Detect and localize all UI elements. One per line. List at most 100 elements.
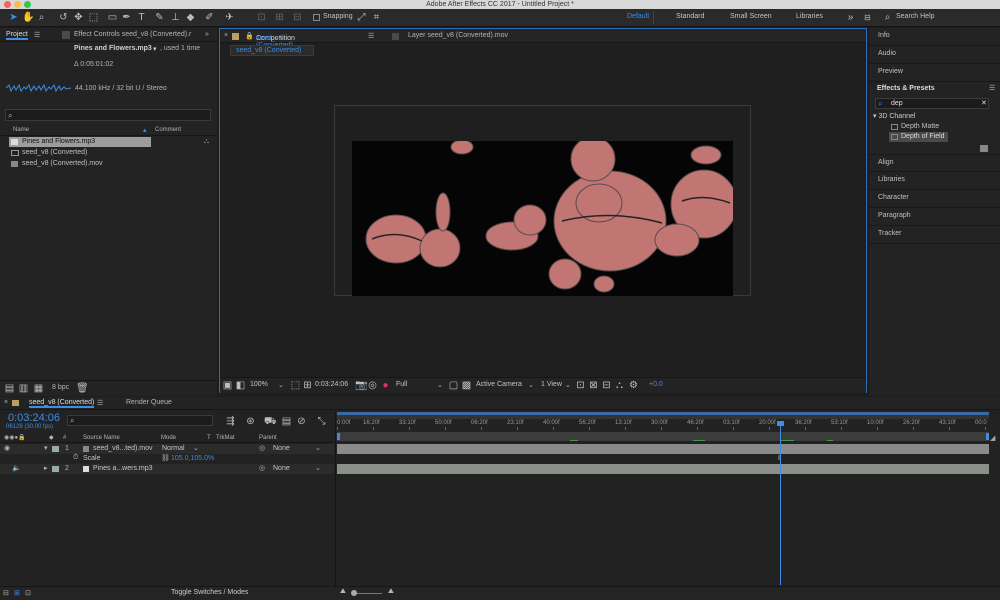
zoom-dropdown-arrow-icon[interactable]: ⌄ <box>278 381 284 389</box>
expand-arrow-icon[interactable]: ▾ <box>44 444 48 452</box>
tab-project[interactable]: Project <box>6 31 28 40</box>
current-time-display[interactable]: 0:03:24:06 <box>315 381 348 388</box>
view-layout-arrow-icon[interactable]: ⌄ <box>565 381 571 389</box>
reset-exposure-icon[interactable]: ⚙ <box>628 380 639 391</box>
camera-view-dropdown[interactable]: Active Camera <box>476 381 522 388</box>
audio-toggle-icon[interactable]: 🔈 <box>12 464 21 472</box>
expand-arrow-icon[interactable]: ▸ <box>44 464 48 472</box>
clone-stamp-tool-icon[interactable]: ⊥ <box>170 12 181 23</box>
time-navigator[interactable] <box>337 432 989 441</box>
panel-menu-icon[interactable]: ☰ <box>34 31 40 39</box>
toggle-switches-modes-button[interactable]: Toggle Switches / Modes <box>171 589 248 596</box>
navigator-start-handle[interactable] <box>337 433 340 440</box>
close-tab-icon[interactable]: × <box>224 32 228 39</box>
lock-icon[interactable]: 🔒 <box>245 32 254 40</box>
work-area-bar[interactable] <box>337 412 989 419</box>
workspace-default[interactable]: Default <box>627 13 649 20</box>
layer-parent-dropdown[interactable]: None <box>273 445 290 452</box>
type-tool-icon[interactable]: T <box>136 12 147 23</box>
stopwatch-icon[interactable]: ⏱ <box>73 454 78 462</box>
label-color-swatch[interactable] <box>52 466 59 472</box>
video-visibility-icon[interactable]: ◉ <box>4 444 10 452</box>
footage-dropdown-icon[interactable]: ▾ <box>153 45 157 53</box>
comp-mini-flowchart-icon[interactable]: ⇶ <box>225 416 236 427</box>
panel-preview[interactable]: Preview <box>869 64 1000 82</box>
panel-info[interactable]: Info <box>869 28 1000 46</box>
roto-brush-tool-icon[interactable]: ✐ <box>204 12 215 23</box>
list-item-selected[interactable]: Pines and Flowers.mp3 <box>9 137 151 147</box>
resolution-dropdown-arrow-icon[interactable]: ⌄ <box>437 381 443 389</box>
layer-parent-dropdown[interactable]: None <box>273 465 290 472</box>
tab-timeline-comp[interactable]: seed_v8 (Converted) <box>29 399 95 408</box>
column-name[interactable]: Name <box>13 127 29 133</box>
timeline-current-time[interactable]: 0:03:24:06 <box>8 412 60 424</box>
tab-layer[interactable]: Layer seed_v8 (Converted).mov <box>408 32 508 39</box>
tab-effect-controls[interactable]: Effect Controls seed_v8 (Converted).r <box>74 31 191 38</box>
new-folder-icon[interactable]: ▥ <box>18 383 29 394</box>
snapping-checkbox[interactable] <box>313 14 320 21</box>
zoom-dropdown[interactable]: 100% <box>250 381 268 388</box>
hand-tool-icon[interactable]: ✋ <box>22 12 34 23</box>
timeline-search-input[interactable]: ⌕ <box>67 415 213 426</box>
navigator-end-handle[interactable] <box>986 433 989 440</box>
pen-tool-icon[interactable]: ✒ <box>121 12 132 23</box>
orbit-camera-tool-icon[interactable]: ✥ <box>73 12 84 23</box>
scale-value[interactable]: 105.0,105.0% <box>171 455 214 462</box>
clear-search-icon[interactable]: ✕ <box>981 99 987 107</box>
resolution-dropdown[interactable]: Full <box>396 381 407 388</box>
brush-tool-icon[interactable]: ✎ <box>154 12 165 23</box>
scale-property-row[interactable]: ⏱ Scale ⛓ 105.0,105.0% <box>0 454 334 464</box>
close-tab-icon[interactable]: × <box>4 399 8 406</box>
world-axis-icon[interactable]: ⊞ <box>274 12 285 23</box>
time-ruler[interactable]: 0:00f 16:20f 33:10f 50:00f 06:20f 23:10f 40:00… <box>337 420 989 430</box>
new-composition-icon[interactable]: ▦ <box>33 383 44 394</box>
eraser-tool-icon[interactable]: ◆ <box>185 12 196 23</box>
rectangle-tool-icon[interactable]: ▭ <box>107 12 118 23</box>
more-workspaces-icon[interactable]: » <box>845 12 856 23</box>
comp-breadcrumb[interactable]: seed_v8 (Converted) <box>230 45 314 56</box>
constrain-proportions-icon[interactable]: ⛓ <box>161 454 170 462</box>
toggle-mask-icon[interactable]: ⬚ <box>290 380 301 391</box>
draft-3d-icon[interactable]: ⊛ <box>245 416 256 427</box>
edit-workspaces-icon[interactable]: ⊟ <box>862 12 873 23</box>
view-axis-icon[interactable]: ⊟ <box>292 12 303 23</box>
hide-shy-layers-icon[interactable]: ⛟ <box>264 416 277 427</box>
tree-folder-3d-channel[interactable]: ▾ 3D Channel <box>873 112 915 120</box>
layer-2-duration-bar[interactable] <box>337 464 989 474</box>
view-layout-dropdown[interactable]: 1 View <box>541 381 562 388</box>
zoom-window-button[interactable] <box>24 1 31 8</box>
layer-name[interactable]: Pines a...wers.mp3 <box>93 465 153 472</box>
tab-render-queue[interactable]: Render Queue <box>126 399 172 406</box>
layer-row-2[interactable]: 🔈 ▸ 2 Pines a...wers.mp3 ◎ None ⌄ <box>0 464 334 474</box>
composition-viewer[interactable] <box>352 141 733 296</box>
puppet-pin-tool-icon[interactable]: ✈ <box>224 12 235 23</box>
toggle-pixel-aspect-icon[interactable]: ⊡ <box>575 380 586 391</box>
panel-audio[interactable]: Audio <box>869 46 1000 64</box>
more-tabs-icon[interactable]: » <box>205 31 209 38</box>
list-item[interactable]: seed_v8 (Converted).mov <box>9 159 151 169</box>
motion-blur-icon[interactable]: ⊘ <box>296 416 307 427</box>
new-preset-icon[interactable] <box>980 145 988 152</box>
panel-menu-icon[interactable]: ☰ <box>989 84 995 92</box>
layer-name[interactable]: seed_v8...ted).mov <box>93 445 153 452</box>
graph-editor-icon[interactable]: ⤡ <box>316 416 327 427</box>
mode-dropdown-arrow-icon[interactable]: ⌄ <box>193 444 199 452</box>
zoom-slider-handle[interactable] <box>351 590 357 596</box>
panel-menu-icon[interactable]: ☰ <box>97 399 103 407</box>
workspace-small-screen[interactable]: Small Screen <box>730 13 772 20</box>
parent-pickwhip-icon[interactable]: ◎ <box>259 464 265 472</box>
vr-viewer-icon[interactable]: ◧ <box>235 380 246 391</box>
panel-libraries[interactable]: Libraries <box>869 172 1000 190</box>
parent-dropdown-arrow-icon[interactable]: ⌄ <box>315 464 321 472</box>
local-axis-icon[interactable]: ⊡ <box>256 12 267 23</box>
flowchart-icon[interactable]: ⛬ <box>614 380 625 391</box>
region-of-interest-icon[interactable]: ▢ <box>448 380 459 391</box>
search-help-input[interactable]: Search Help <box>896 13 935 20</box>
zoom-in-icon[interactable]: ⛰ <box>388 588 394 596</box>
workspace-standard[interactable]: Standard <box>676 13 704 20</box>
transfer-controls-pane-icon[interactable]: ⊞ <box>14 589 20 597</box>
selection-tool-icon[interactable]: ➤ <box>8 12 19 23</box>
project-search-input[interactable]: ⌕ <box>5 109 211 121</box>
trash-icon[interactable]: 🗑 <box>76 383 89 394</box>
panel-tracker[interactable]: Tracker <box>869 226 1000 244</box>
